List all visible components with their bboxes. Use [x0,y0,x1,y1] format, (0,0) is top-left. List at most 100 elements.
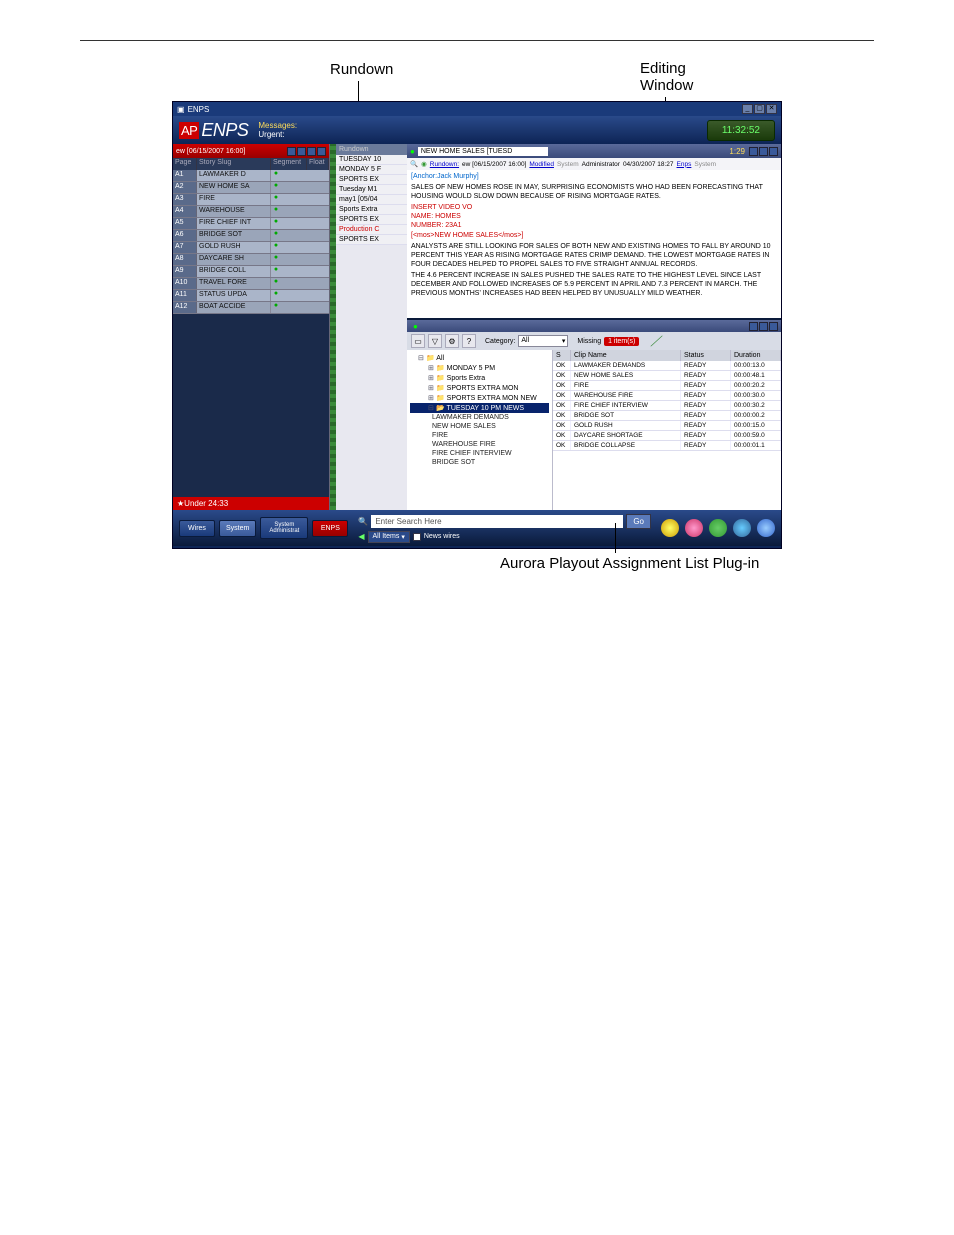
side-list-item[interactable]: TUESDAY 10 [336,155,407,165]
enps-link[interactable]: Enps [677,161,692,168]
modified-link[interactable]: Modified [529,161,554,168]
rundown-row[interactable]: A4WAREHOUSE● [173,206,329,218]
rundown-row[interactable]: A11STATUS UPDA● [173,290,329,302]
side-list-header: Rundown [336,144,407,155]
clip-row[interactable]: OKFIREREADY00:00:20.2 [553,381,781,391]
folder-tab-sysadmin[interactable]: System Administrat [260,517,308,539]
panel-btn[interactable] [749,322,758,331]
rundown-column-headers: Page Story Slug Segment Float [173,158,329,170]
rundown-row[interactable]: A12BOAT ACCIDE● [173,302,329,314]
tree-item[interactable]: NEW HOME SALES [410,422,549,431]
side-list-item[interactable]: may1 [05/04 [336,195,407,205]
rundown-row[interactable]: A5FIRE CHIEF INT● [173,218,329,230]
clip-row[interactable]: OKBRIDGE SOTREADY00:00:00.2 [553,411,781,421]
filter-all-items[interactable]: All Items ▾ [368,531,410,543]
tree-item[interactable]: LAWMAKER DEMANDS [410,413,549,422]
side-list-item[interactable]: SPORTS EX [336,175,407,185]
tree-item[interactable]: FIRE CHIEF INTERVIEW [410,449,549,458]
editor-pin-icon[interactable]: ● [410,147,415,156]
panel-btn[interactable] [317,147,326,156]
tray-icons [661,519,775,537]
panel-btn[interactable] [287,147,296,156]
tree-item[interactable]: FIRE [410,431,549,440]
toolbar-btn-3[interactable]: ⚙ [445,334,459,348]
story-duration: 1:29 [729,147,745,156]
tree-folder[interactable]: ⊞📁 SPORTS EXTRA MON [410,383,549,393]
messages-indicator[interactable]: Messages: Urgent: [258,121,297,139]
side-list-item[interactable]: SPORTS EX [336,215,407,225]
assignment-tree[interactable]: ⊟📁 All ⊞📁 MONDAY 5 PM⊞📁 Sports Extra⊞📁 S… [407,350,553,510]
tree-item[interactable]: WAREHOUSE FIRE [410,440,549,449]
news-wires-checkbox[interactable] [413,533,421,541]
clip-row[interactable]: OKLAWMAKER DEMANDSREADY00:00:13.0 [553,361,781,371]
folder-tab-wires[interactable]: Wires [179,520,215,537]
tray-icon-4[interactable] [733,519,751,537]
folder-tab-system[interactable]: System [219,520,256,537]
rundown-link[interactable]: Rundown: [430,161,459,168]
clip-row[interactable]: OKGOLD RUSHREADY00:00:15.0 [553,421,781,431]
search-icon[interactable]: 🔍 [410,160,418,168]
rundown-row[interactable]: A7GOLD RUSH● [173,242,329,254]
filter-news-wires[interactable]: News wires [424,533,460,540]
globe-icon[interactable]: ◉ [421,160,427,168]
filter-icon[interactable]: ▽ [428,334,442,348]
minimize-button[interactable]: _ [742,104,753,114]
clip-row[interactable]: OKDAYCARE SHORTAGEREADY00:00:59.0 [553,431,781,441]
window-titlebar: ▣ ENPS _ ▢ ✕ [173,102,781,116]
tray-icon-3[interactable] [709,519,727,537]
panel-btn[interactable] [297,147,306,156]
rundown-side-list: Rundown TUESDAY 10MONDAY 5 FSPORTS EXTue… [329,144,407,510]
side-list-item[interactable]: Production C [336,225,407,235]
tree-item[interactable]: BRIDGE SOT [410,458,549,467]
story-title-field[interactable]: NEW HOME SALES [TUESD [418,147,548,156]
category-dropdown[interactable]: All▾ [518,335,568,347]
tree-folder[interactable]: ⊞📁 Sports Extra [410,373,549,383]
search-input[interactable]: Enter Search Here [371,515,623,528]
rundown-row[interactable]: A2NEW HOME SA● [173,182,329,194]
clip-list[interactable]: S Clip Name Status Duration OKLAWMAKER D… [553,350,781,510]
rundown-row[interactable]: A3FIRE● [173,194,329,206]
side-list-item[interactable]: MONDAY 5 F [336,165,407,175]
go-button[interactable]: Go [626,514,651,529]
app-title: ENPS [188,105,210,114]
panel-btn[interactable] [769,322,778,331]
side-list-item[interactable]: Tuesday M1 [336,185,407,195]
tray-icon-1[interactable] [661,519,679,537]
swoosh-icon: ⟋ [650,333,660,350]
rundown-row[interactable]: A6BRIDGE SOT● [173,230,329,242]
panel-btn[interactable] [307,147,316,156]
maximize-button[interactable]: ▢ [754,104,765,114]
rundown-row[interactable]: A9BRIDGE COLL● [173,266,329,278]
tray-icon-5[interactable] [757,519,775,537]
toolbar-btn-4[interactable]: ? [462,334,476,348]
editor-body[interactable]: [Anchor:Jack Murphy] SALES OF NEW HOMES … [407,170,781,318]
clip-row[interactable]: OKWAREHOUSE FIREREADY00:00:30.0 [553,391,781,401]
missing-count: 1 item(s) [604,337,639,346]
bottom-bar: Wires System System Administrat ENPS 🔍 E… [173,510,781,546]
clip-row[interactable]: OKNEW HOME SALESREADY00:00:48.1 [553,371,781,381]
clip-row[interactable]: OKBRIDGE COLLAPSEREADY00:00:01.1 [553,441,781,451]
editing-window: ● NEW HOME SALES [TUESD 1:29 🔍 ◉ Rundown… [407,144,781,320]
side-list-item[interactable]: SPORTS EX [336,235,407,245]
folder-tab-enps[interactable]: ENPS [312,520,348,537]
tree-folder[interactable]: ⊞📁 MONDAY 5 PM [410,363,549,373]
callout-editing-label: Editing Window [640,61,693,94]
clip-row[interactable]: OKFIRE CHIEF INTERVIEWREADY00:00:30.2 [553,401,781,411]
rundown-row[interactable]: A8DAYCARE SH● [173,254,329,266]
rundown-row[interactable]: A1LAWMAKER D● [173,170,329,182]
tree-folder[interactable]: ⊞📁 SPORTS EXTRA MON NEW [410,393,549,403]
plugin-pin-icon[interactable]: ● [413,322,418,331]
panel-btn[interactable] [769,147,778,156]
close-button[interactable]: ✕ [766,104,777,114]
panel-btn[interactable] [749,147,758,156]
panel-btn[interactable] [759,322,768,331]
rundown-timing: ★Under 24:33 [173,497,329,510]
rundown-header[interactable]: ew [06/15/2007 16:00] [173,144,329,158]
toolbar-btn-1[interactable]: ▭ [411,334,425,348]
chevron-left-icon[interactable]: ◀ [358,532,364,541]
side-list-item[interactable]: Sports Extra [336,205,407,215]
rundown-row[interactable]: A10TRAVEL FORE● [173,278,329,290]
clip-column-headers: S Clip Name Status Duration [553,350,781,361]
tray-icon-2[interactable] [685,519,703,537]
panel-btn[interactable] [759,147,768,156]
